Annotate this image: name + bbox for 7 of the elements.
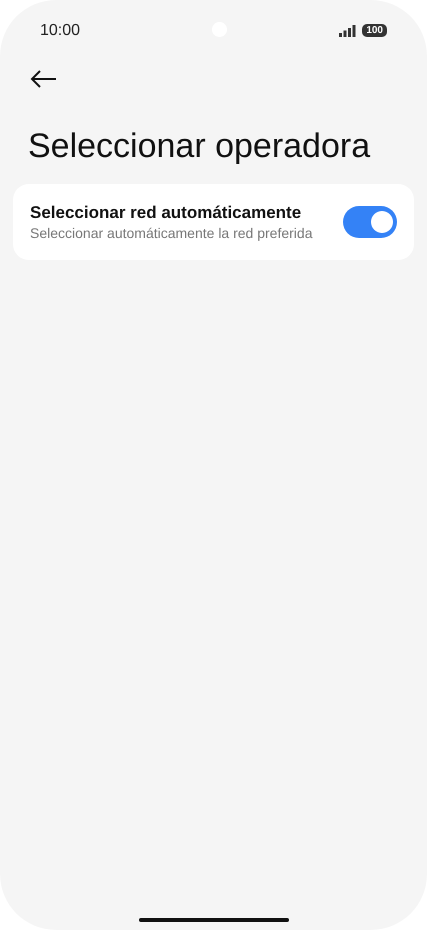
setting-title: Seleccionar red automáticamente xyxy=(30,202,302,224)
battery-indicator: 100 xyxy=(362,24,387,37)
toggle-switch[interactable] xyxy=(343,206,397,238)
page-title: Seleccionar operadora xyxy=(28,126,372,166)
status-time: 10:00 xyxy=(40,20,80,40)
signal-icon xyxy=(339,24,356,36)
setting-subtitle: Seleccionar automáticamente la red preferida xyxy=(30,224,314,242)
